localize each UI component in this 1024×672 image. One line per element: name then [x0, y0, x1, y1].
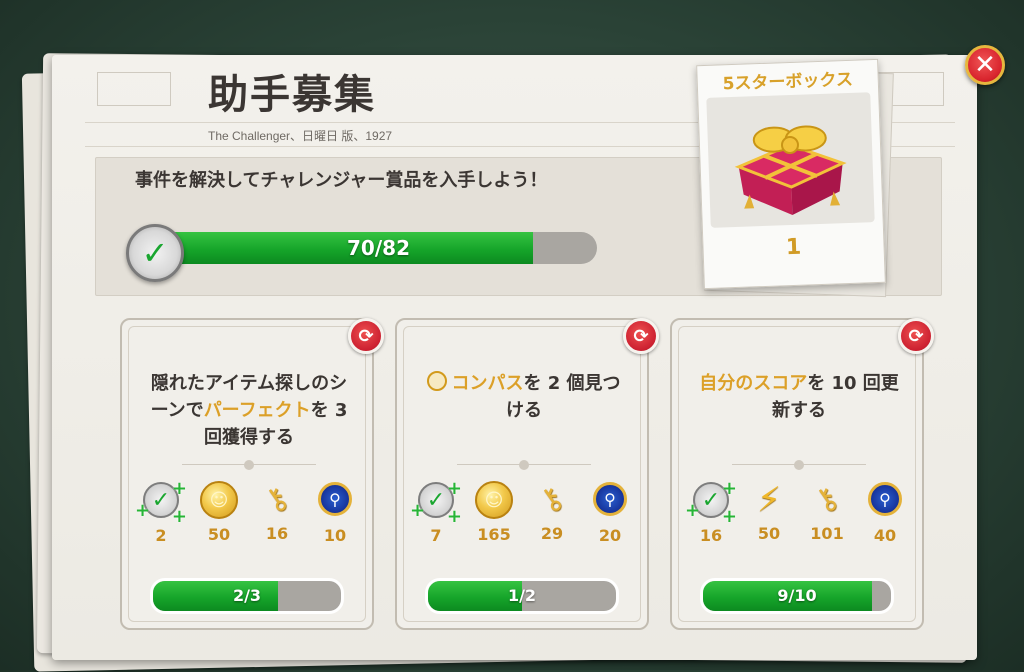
reward-value: 101 — [810, 524, 844, 543]
task-card-2: ⟳ コンパスを 2 個見つける ✓ + + + 7 ☺ 165 ⚷ 29 ⚲ 20 1… — [395, 318, 659, 630]
refresh-icon: ⟳ — [908, 325, 924, 347]
reward-value: 29 — [540, 524, 564, 543]
coin-icon: ☺ — [199, 481, 239, 521]
reward-item: ⚷ 101 — [801, 478, 853, 545]
reward-value: 16 — [265, 524, 289, 543]
task-progress-bar: 9/10 — [700, 578, 894, 614]
reward-value: 50 — [757, 524, 781, 543]
reward-value: 16 — [699, 526, 723, 545]
reward-value: 7 — [430, 526, 442, 545]
task-highlight: 自分のスコア — [699, 373, 808, 394]
key-icon: ⚷ — [532, 478, 571, 521]
checkmark-badge-icon: ✓ — [126, 224, 184, 282]
refresh-task-button[interactable]: ⟳ — [623, 318, 659, 354]
checkmark-badge-icon: ✓ + + + — [410, 478, 462, 527]
checkmark-badge-icon: ✓ + + + — [685, 478, 737, 527]
star-box-count: 1 — [785, 234, 802, 261]
task-progress-label: 2/3 — [232, 586, 262, 605]
key-icon: ⚷ — [257, 478, 296, 521]
lightning-bolt-icon: ⚡ — [757, 480, 781, 520]
task-card-3: ⟳ 自分のスコアを 10 回更新する ✓ + + + 16 ⚡ 50 ⚷ 101 ⚲ … — [670, 318, 934, 630]
task-progress-label: 1/2 — [507, 586, 537, 605]
checkmark-badge-icon: ✓ + + + — [135, 478, 187, 527]
magnifier-badge-icon: ⚲ — [590, 482, 630, 522]
divider-ornament — [519, 460, 529, 470]
main-progress-label: 70/82 — [347, 236, 410, 260]
reward-item: ⚷ 16 — [251, 478, 303, 545]
task-highlight: パーフェクト — [203, 400, 311, 421]
coin-icon: ☺ — [474, 481, 514, 521]
key-icon: ⚷ — [807, 478, 846, 521]
main-task-text: 事件を解決してチャレンジャー賞品を入手しよう！ — [135, 170, 548, 191]
reward-value: 50 — [207, 525, 231, 544]
task-progress-bar: 2/3 — [150, 578, 344, 614]
reward-value: 40 — [873, 526, 897, 545]
close-icon: ✕ — [974, 50, 996, 80]
reward-item: ☺ 50 — [193, 480, 245, 545]
magnifier-badge-icon: ⚲ — [865, 482, 905, 522]
reward-list: ✓ + + + 7 ☺ 165 ⚷ 29 ⚲ 20 — [407, 478, 639, 545]
task-progress-label: 9/10 — [777, 586, 817, 605]
reward-item: ✓ + + + 16 — [685, 478, 737, 545]
reward-list: ✓ + + + 16 ⚡ 50 ⚷ 101 ⚲ 40 — [682, 478, 914, 545]
star-box-title: 5スターボックス — [722, 69, 854, 95]
task-description: 隠れたアイテム探しのシーンでパーフェクトを 3 回獲得する — [144, 370, 354, 451]
reward-item: ✓ + + + 2 — [135, 478, 187, 545]
gift-box-icon — [706, 92, 875, 228]
task-description: コンパスを 2 個見つける — [419, 370, 629, 424]
divider-ornament — [244, 460, 254, 470]
main-progress-bar: 70/82 — [160, 232, 597, 264]
newspaper-edition: The Challenger、日曜日 版、1927 — [208, 129, 393, 143]
refresh-task-button[interactable]: ⟳ — [898, 318, 934, 354]
divider-ornament — [794, 460, 804, 470]
reward-list: ✓ + + + 2 ☺ 50 ⚷ 16 ⚲ 10 — [132, 478, 364, 545]
task-text: を 2 個見つける — [506, 373, 621, 421]
refresh-icon: ⟳ — [358, 325, 374, 347]
reward-item: ⚷ 29 — [526, 478, 578, 545]
task-card-1: ⟳ 隠れたアイテム探しのシーンでパーフェクトを 3 回獲得する ✓ + + + 2 ☺… — [120, 318, 384, 630]
task-description: 自分のスコアを 10 回更新する — [694, 370, 904, 424]
task-highlight: コンパス — [451, 373, 524, 394]
page-title: 助手募集 — [208, 72, 376, 118]
task-progress-bar: 1/2 — [425, 578, 619, 614]
reward-value: 20 — [598, 526, 622, 545]
reward-value: 10 — [323, 526, 347, 545]
reward-value: 165 — [477, 525, 511, 544]
reward-item: ⚲ 10 — [309, 480, 361, 545]
magnifier-badge-icon: ⚲ — [315, 482, 355, 522]
compass-icon — [427, 371, 448, 391]
close-button[interactable]: ✕ — [965, 45, 1005, 85]
reward-item: ⚡ 50 — [743, 480, 795, 545]
masthead-decoration-left — [97, 72, 171, 106]
reward-value: 2 — [155, 526, 167, 545]
reward-item: ⚲ 40 — [859, 480, 911, 545]
reward-item: ✓ + + + 7 — [410, 478, 462, 545]
refresh-icon: ⟳ — [633, 325, 649, 347]
star-box-card[interactable]: 5スターボックス 1 — [696, 58, 886, 290]
refresh-task-button[interactable]: ⟳ — [348, 318, 384, 354]
reward-item: ⚲ 20 — [584, 480, 636, 545]
reward-item: ☺ 165 — [468, 480, 520, 545]
